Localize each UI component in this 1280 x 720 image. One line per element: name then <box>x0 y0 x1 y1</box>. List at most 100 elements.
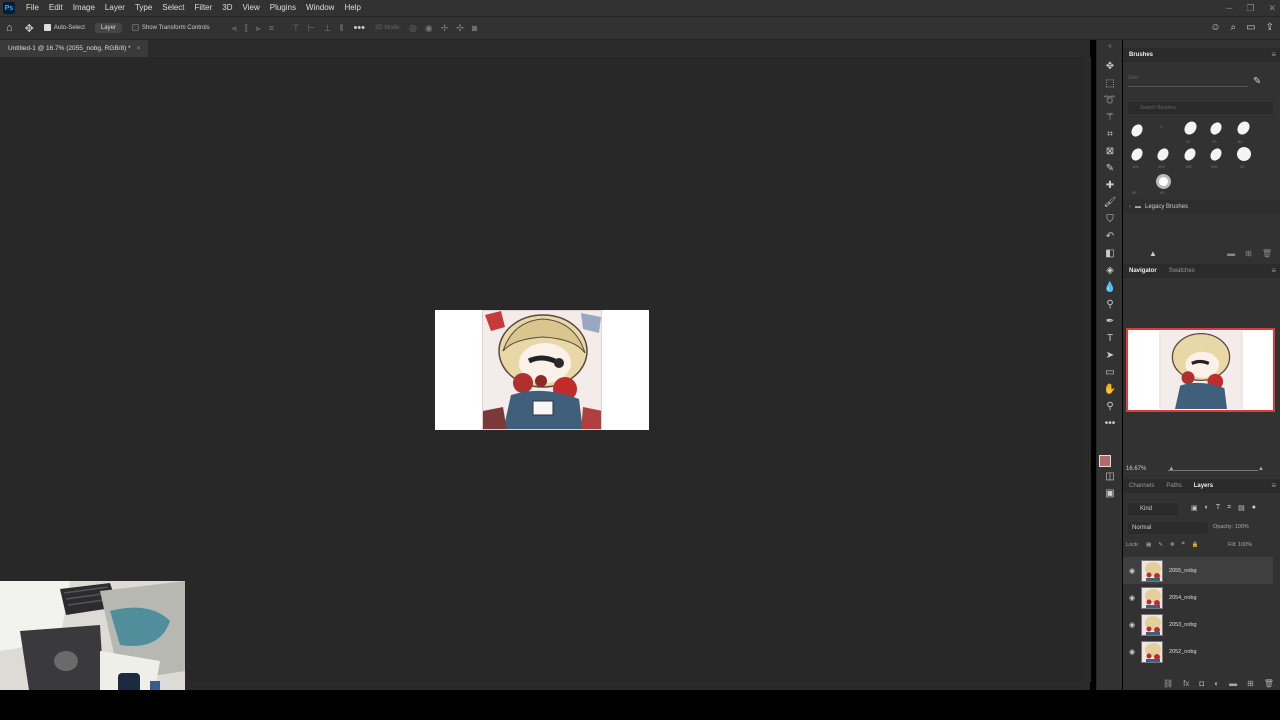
quick-mask-icon[interactable]: ◫ <box>1103 470 1117 484</box>
minimize-icon[interactable]: ─ <box>1226 3 1232 13</box>
layer-row[interactable]: ◉ 2052_nobg <box>1123 638 1273 665</box>
eye-icon[interactable]: ◉ <box>1123 648 1141 656</box>
menu-filter[interactable]: Filter <box>190 0 218 16</box>
healing-brush-tool-icon[interactable]: ✚ <box>1103 179 1117 193</box>
tab-paths[interactable]: Paths <box>1160 479 1187 493</box>
menu-file[interactable]: File <box>21 0 44 16</box>
fill-control[interactable]: Fill: 100% <box>1228 542 1252 548</box>
brush-tool-icon[interactable]: 🖌 <box>1103 196 1117 210</box>
layer-row[interactable]: ◉ 2053_nobg <box>1123 611 1273 638</box>
workspace-icon[interactable]: ▭ <box>1246 22 1255 33</box>
layer-filter-kind-dropdown[interactable]: Kind <box>1128 503 1178 515</box>
brush-preset[interactable] <box>1181 119 1200 137</box>
panel-menu-icon[interactable]: ≡ <box>1271 48 1276 62</box>
restore-icon[interactable]: ❐ <box>1246 3 1254 14</box>
brush-edit-icon[interactable]: ✎ <box>1253 76 1267 90</box>
navigator-zoom-value[interactable]: 16.67% <box>1126 466 1146 472</box>
new-group-icon[interactable]: ▬ <box>1227 249 1235 258</box>
shape-filter-icon[interactable]: ⌗ <box>1227 504 1231 512</box>
distribute-icon[interactable]: ≡ <box>269 23 274 33</box>
collapse-panel-icon[interactable]: « <box>1103 40 1117 54</box>
menu-window[interactable]: Window <box>301 0 339 16</box>
add-mask-icon[interactable]: ◘ <box>1199 679 1204 688</box>
brush-preset[interactable] <box>1208 120 1224 137</box>
document-tab[interactable]: Untitled-1 @ 16.7% (2055_nobg, RGB/8) * × <box>0 40 149 57</box>
auto-select-target-dropdown[interactable]: Layer <box>94 23 122 33</box>
smart-object-filter-icon[interactable]: ▤ <box>1238 504 1245 512</box>
tab-navigator[interactable]: Navigator <box>1123 264 1163 278</box>
filter-toggle-icon[interactable]: ● <box>1252 504 1256 512</box>
close-icon[interactable]: × <box>137 45 141 52</box>
brush-preview-size-icon[interactable]: ▲ <box>1149 249 1157 258</box>
fx-icon[interactable]: fx <box>1183 679 1189 688</box>
lasso-tool-icon[interactable]: ➰ <box>1103 94 1117 108</box>
new-brush-icon[interactable]: ⊞ <box>1245 249 1252 258</box>
dodge-tool-icon[interactable]: ⚲ <box>1103 298 1117 312</box>
shape-tool-icon[interactable]: ▭ <box>1103 366 1117 380</box>
tab-swatches[interactable]: Swatches <box>1163 264 1201 278</box>
opacity-control[interactable]: Opacity: 100% <box>1213 524 1249 530</box>
menu-image[interactable]: Image <box>68 0 100 16</box>
legacy-brushes-folder[interactable]: › ▬ Legacy Brushes <box>1123 200 1280 214</box>
brush-preset[interactable] <box>1234 119 1253 137</box>
move-tool-icon[interactable]: ✥ <box>25 22 34 35</box>
eye-icon[interactable]: ◉ <box>1123 567 1141 575</box>
panel-menu-icon[interactable]: ≡ <box>1271 479 1276 493</box>
search-icon[interactable]: ⌕ <box>1231 22 1237 33</box>
chevron-right-icon[interactable]: › <box>1129 204 1131 210</box>
path-selection-tool-icon[interactable]: ➤ <box>1103 349 1117 363</box>
3d-roll-icon[interactable]: ◉ <box>425 23 433 34</box>
blend-mode-dropdown[interactable]: Normal <box>1128 522 1208 534</box>
brush-search-input[interactable]: Search Brushes <box>1128 102 1273 114</box>
marquee-tool-icon[interactable]: ⬚ <box>1103 77 1117 91</box>
lock-image-icon[interactable]: ✎ <box>1158 542 1163 548</box>
lock-artboard-icon[interactable]: ⌗ <box>1182 541 1185 548</box>
menu-select[interactable]: Select <box>157 0 189 16</box>
new-group-icon[interactable]: ▬ <box>1229 679 1237 688</box>
share-icon[interactable]: ⇪ <box>1266 22 1274 33</box>
lock-transparent-icon[interactable]: ▦ <box>1146 542 1151 548</box>
layer-row[interactable]: ◉ 2054_nobg <box>1123 584 1273 611</box>
fill-value[interactable]: 100% <box>1238 542 1252 548</box>
zoom-in-icon[interactable]: ▲ <box>1258 466 1264 472</box>
more-options-icon[interactable]: ••• <box>353 22 365 34</box>
menu-help[interactable]: Help <box>339 0 365 16</box>
crop-tool-icon[interactable]: ⌗ <box>1103 128 1117 142</box>
tab-brushes[interactable]: Brushes <box>1123 48 1159 62</box>
pen-tool-icon[interactable]: ✒ <box>1103 315 1117 329</box>
adjustment-filter-icon[interactable]: ◐ <box>1205 504 1209 512</box>
lock-position-icon[interactable]: ✥ <box>1170 542 1175 548</box>
layer-row[interactable]: ◉ 2055_nobg <box>1123 557 1273 584</box>
more-tools-icon[interactable]: ••• <box>1103 417 1117 431</box>
document-canvas[interactable] <box>435 310 649 430</box>
pixel-filter-icon[interactable]: ▣ <box>1191 504 1198 512</box>
tab-channels[interactable]: Channels <box>1123 479 1160 493</box>
menu-layer[interactable]: Layer <box>100 0 130 16</box>
brush-preset[interactable] <box>1182 146 1198 163</box>
panel-menu-icon[interactable]: ≡ <box>1271 264 1276 278</box>
menu-plugins[interactable]: Plugins <box>265 0 301 16</box>
type-filter-icon[interactable]: T <box>1216 504 1220 512</box>
type-tool-icon[interactable]: T <box>1103 332 1117 346</box>
opacity-value[interactable]: 100% <box>1235 524 1249 530</box>
align-top-icon[interactable]: ⊤ <box>292 23 300 34</box>
3d-orbit-icon[interactable]: ◎ <box>409 23 417 34</box>
brush-preset[interactable] <box>1155 146 1171 163</box>
3d-pan-icon[interactable]: ✢ <box>441 23 449 34</box>
menu-3d[interactable]: 3D <box>217 0 237 16</box>
zoom-tool-icon[interactable]: ⚲ <box>1103 400 1117 414</box>
align-middle-icon[interactable]: ⊢ <box>308 23 316 34</box>
clone-stamp-tool-icon[interactable]: ⛉ <box>1103 213 1117 227</box>
new-layer-icon[interactable]: ⊞ <box>1247 679 1254 688</box>
screen-mode-icon[interactable]: ▣ <box>1103 487 1117 501</box>
share-people-icon[interactable]: ☺ <box>1210 22 1220 33</box>
delete-brush-icon[interactable]: 🗑 <box>1262 249 1272 258</box>
tab-layers[interactable]: Layers <box>1188 479 1219 493</box>
align-center-icon[interactable]: ⫿ <box>245 23 248 34</box>
brush-preset[interactable] <box>1129 146 1145 163</box>
distribute-vertical-icon[interactable]: ⦀ <box>339 23 343 34</box>
home-icon[interactable]: ⌂ <box>6 22 13 34</box>
magic-wand-tool-icon[interactable]: ⚚ <box>1103 111 1117 125</box>
history-brush-tool-icon[interactable]: ↶ <box>1103 230 1117 244</box>
3d-slide-icon[interactable]: ✣ <box>456 23 464 34</box>
